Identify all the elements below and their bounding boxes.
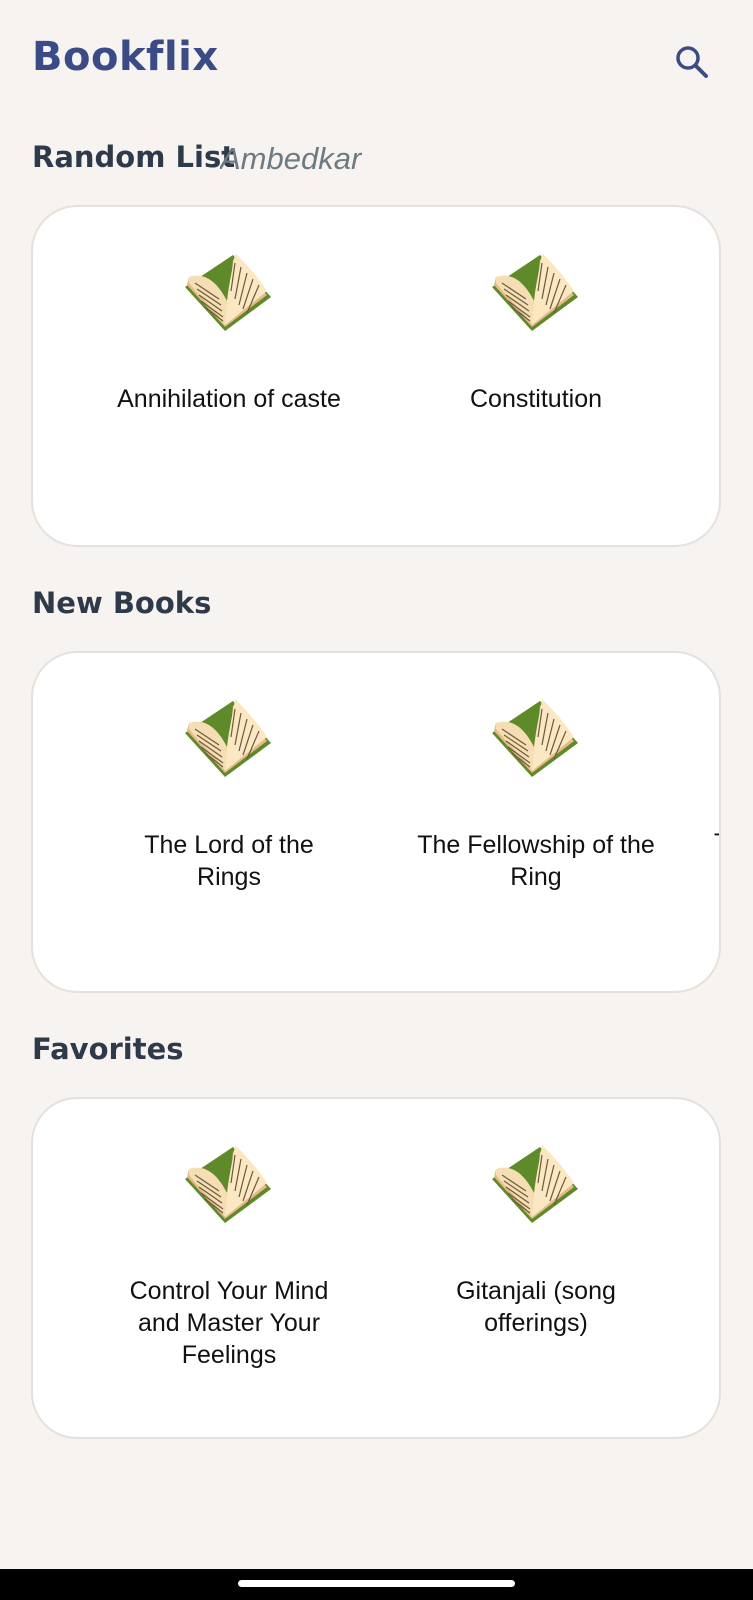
book-item[interactable]: Constitution	[416, 207, 656, 545]
book-item[interactable]: Gitanjali (song offerings)	[416, 1099, 656, 1437]
book-title-partial: T	[714, 829, 719, 858]
section-title-random-list: Random List	[32, 140, 236, 174]
new-books-card: The Lord of the Rings The Fellowship of …	[31, 651, 721, 993]
system-navigation-bar	[0, 1569, 753, 1600]
open-book-icon	[486, 247, 586, 347]
open-book-icon	[179, 1139, 279, 1239]
book-item[interactable]: Annihilation of caste	[109, 207, 349, 545]
book-title: Annihilation of caste	[117, 385, 341, 413]
section-title-favorites: Favorites	[32, 1032, 184, 1066]
search-button[interactable]	[666, 36, 718, 88]
favorites-card: Control Your Mind and Master Your Feelin…	[31, 1097, 721, 1439]
section-title-new-books: New Books	[32, 586, 212, 620]
book-title: The Fellowship of the Ring	[417, 831, 655, 891]
book-item[interactable]: The Lord of the Rings	[109, 653, 349, 991]
open-book-icon	[486, 1139, 586, 1239]
book-title: Control Your Mind and Master Your Feelin…	[129, 1277, 329, 1369]
book-title: Constitution	[469, 385, 603, 413]
random-list-card: Annihilation of caste Constitution	[31, 205, 721, 547]
home-indicator[interactable]	[238, 1580, 515, 1587]
open-book-icon	[179, 247, 279, 347]
section-subtitle-author: Ambedkar	[220, 141, 362, 176]
app-title: Bookflix	[32, 34, 219, 80]
book-title: The Lord of the Rings	[144, 831, 314, 891]
open-book-icon	[179, 693, 279, 793]
search-icon	[676, 46, 708, 78]
app-bar: Bookflix	[0, 0, 753, 120]
open-book-icon	[486, 693, 586, 793]
book-item[interactable]: Control Your Mind and Master Your Feelin…	[109, 1099, 349, 1437]
book-title: Gitanjali (song offerings)	[456, 1277, 616, 1337]
book-item[interactable]: The Fellowship of the Ring	[416, 653, 656, 991]
